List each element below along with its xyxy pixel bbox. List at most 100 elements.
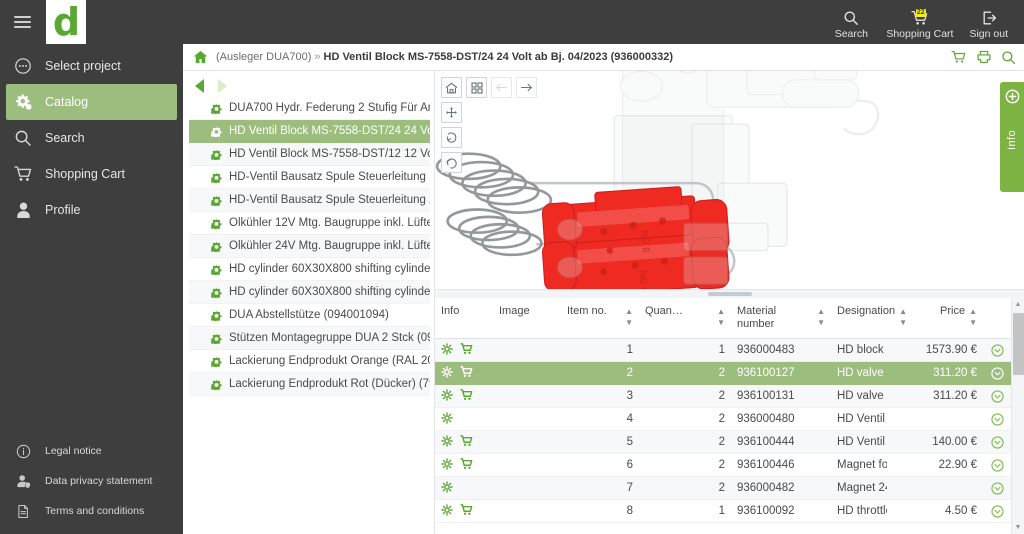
list-item[interactable]: HD Ventil Block MS-7558-DST/12 12 Vol… [189, 143, 430, 166]
list-item[interactable]: Lackierung Endprodukt Rot (Dücker) (79… [189, 373, 430, 396]
sidebar-item-catalog[interactable]: Catalog [6, 84, 177, 120]
viewer-views-grid-button[interactable] [466, 77, 487, 98]
cart-icon[interactable] [460, 343, 473, 358]
column-header-expand [983, 303, 1011, 338]
topbar-search-label: Search [835, 28, 868, 40]
home-icon[interactable] [193, 50, 208, 64]
sidebar-item-legal-notice[interactable]: Legal notice [6, 436, 177, 466]
chevron-down-icon[interactable] [991, 482, 1004, 495]
cart-icon[interactable] [460, 366, 473, 381]
list-item[interactable]: Ölkühler 12V Mtg. Baugruppe inkl. Lüfte… [189, 212, 430, 235]
table-row[interactable]: 4 2 936000480 HD Ventil SD3P 2/2… [435, 408, 1011, 431]
gear-icon[interactable] [441, 389, 453, 404]
triangle-left-icon[interactable] [195, 79, 204, 93]
gear-icon[interactable] [441, 458, 453, 473]
search-icon[interactable] [1001, 50, 1016, 65]
assembly-tree-list[interactable]: DUA700 Hydr. Federung 2 Stufig Für Ar… H… [189, 97, 430, 534]
cart-icon[interactable] [460, 435, 473, 450]
table-row[interactable]: 1 1 936000483 HD block for DUA b… 1573.9… [435, 339, 1011, 362]
sort-icon[interactable]: ▲▼ [717, 306, 725, 328]
column-label-quantity: Quan… [645, 305, 683, 318]
gear-icon[interactable] [441, 435, 453, 450]
tree-navigation [189, 75, 430, 97]
column-header-material-number[interactable]: Material number ▲▼ [731, 303, 831, 338]
cell-item-no: 2 [561, 367, 639, 379]
viewer-forward-button[interactable] [516, 77, 537, 98]
chevron-down-icon[interactable] [991, 436, 1004, 449]
sidebar-item-select-project[interactable]: Select project [6, 48, 177, 84]
viewer-rotate-button[interactable] [441, 127, 462, 148]
list-item[interactable]: HD-Ventil Bausatz Spule Steuerleitung 1… [189, 166, 430, 189]
gear-icon[interactable] [441, 366, 453, 381]
gear-icon[interactable] [441, 412, 453, 427]
chevron-down-icon[interactable] [991, 344, 1004, 357]
column-header-designation[interactable]: Designation ▲▼ [831, 303, 887, 338]
sort-icon[interactable]: ▲▼ [817, 306, 825, 328]
list-item[interactable]: HD Ventil Block MS-7558-DST/24 24 Vol… [189, 120, 430, 143]
list-item[interactable]: DUA700 Hydr. Federung 2 Stufig Für Ar… [189, 97, 430, 120]
table-row[interactable]: 8 1 936100092 HD throttle Ø1,2mm… 4.50 € [435, 500, 1011, 523]
cart-icon[interactable] [460, 504, 473, 519]
sidebar: Select project Catalog [0, 44, 183, 534]
chevron-down-icon[interactable] [991, 505, 1004, 518]
chevron-down-icon[interactable] [991, 367, 1004, 380]
table-vertical-scrollbar[interactable]: ▲ ▼ [1011, 298, 1024, 534]
chevron-down-icon[interactable] [991, 459, 1004, 472]
chevron-down-icon[interactable] [991, 413, 1004, 426]
sidebar-item-profile[interactable]: Profile [6, 192, 177, 228]
printer-icon[interactable] [976, 50, 992, 64]
gear-icon[interactable] [441, 481, 453, 496]
gear-icon[interactable] [441, 504, 453, 519]
topbar-cart-button[interactable]: 22 Shopping Cart [880, 3, 959, 42]
chevron-down-icon[interactable] [991, 390, 1004, 403]
viewer-undo-button[interactable] [441, 152, 462, 173]
sidebar-item-terms[interactable]: Terms and conditions [6, 496, 177, 526]
top-bar-spacer [86, 0, 826, 44]
hamburger-menu-button[interactable] [0, 0, 44, 44]
column-header-price[interactable]: Price ▲▼ [887, 303, 983, 338]
list-item[interactable]: Stützen Montagegruppe DUA 2 Stck (09… [189, 327, 430, 350]
viewer-home-button[interactable] [441, 77, 462, 98]
list-item[interactable]: DUA Abstellstütze (094001094) [189, 304, 430, 327]
topbar-signout-button[interactable]: Sign out [963, 3, 1014, 42]
scrollbar-track[interactable] [1012, 311, 1024, 521]
add-to-cart-icon[interactable] [951, 50, 967, 64]
scroll-down-arrow[interactable]: ▼ [1015, 521, 1022, 534]
scrollbar-thumb[interactable] [1013, 313, 1024, 375]
breadcrumb-current: HD Ventil Block MS-7558-DST/24 24 Volt a… [324, 51, 674, 63]
column-header-quantity[interactable]: Quan… ▲▼ [639, 303, 731, 338]
list-item[interactable]: HD cylinder 60X30X800 shifting cylinder… [189, 281, 430, 304]
table-row[interactable]: 2 2 936100127 HD valve CETOP NG… 311.20 … [435, 362, 1011, 385]
sidebar-item-data-privacy[interactable]: Data privacy statement [6, 466, 177, 496]
sidebar-item-shopping-cart[interactable]: Shopping Cart [6, 156, 177, 192]
topbar-search-button[interactable]: Search [826, 3, 876, 42]
list-item[interactable]: HD cylinder 60X30X800 shifting cylinder… [189, 258, 430, 281]
list-item[interactable]: Lackierung Endprodukt Orange (RAL 20… [189, 350, 430, 373]
cart-icon[interactable] [460, 389, 473, 404]
cell-expand [983, 344, 1011, 357]
gear-icon [211, 195, 222, 206]
sort-icon[interactable]: ▲▼ [969, 306, 977, 328]
table-row[interactable]: 5 2 936100444 HD Ventil OD15053… 140.00 … [435, 431, 1011, 454]
list-item[interactable]: HD-Ventil Bausatz Spule Steuerleitung 2… [189, 189, 430, 212]
table-row[interactable]: 6 2 936100446 Magnet for Cetop N… 22.90 … [435, 454, 1011, 477]
info-panel-tab[interactable]: Info [1000, 82, 1024, 192]
sidebar-item-search[interactable]: Search [6, 120, 177, 156]
user-icon [12, 201, 34, 219]
main-panes: DUA700 Hydr. Federung 2 Stufig Für Ar… H… [183, 71, 1024, 534]
app-logo[interactable]: d [46, 0, 86, 44]
gear-icon [211, 218, 222, 229]
gear-icon[interactable] [441, 343, 453, 358]
cart-icon[interactable] [460, 458, 473, 473]
scroll-up-arrow[interactable]: ▲ [1015, 298, 1022, 311]
table-row[interactable]: 7 2 936000482 Magnet 24V Proport… [435, 477, 1011, 500]
viewer-pan-button[interactable] [441, 102, 462, 123]
cell-material-number: 936000480 [731, 413, 831, 425]
model-viewer-3d[interactable]: NG 6 NG 6 [435, 71, 1024, 289]
list-item[interactable]: Ölkühler 24V Mtg. Baugruppe inkl. Lüfte… [189, 235, 430, 258]
column-header-item-no[interactable]: Item no. ▲▼ [561, 303, 639, 338]
pane-splitter[interactable] [435, 289, 1024, 298]
table-row[interactable]: 3 2 936100131 HD valve CETOP NG… 311.20 … [435, 385, 1011, 408]
sort-icon[interactable]: ▲▼ [625, 306, 633, 328]
breadcrumb-parent[interactable]: (Ausleger DUA700) [216, 51, 311, 63]
